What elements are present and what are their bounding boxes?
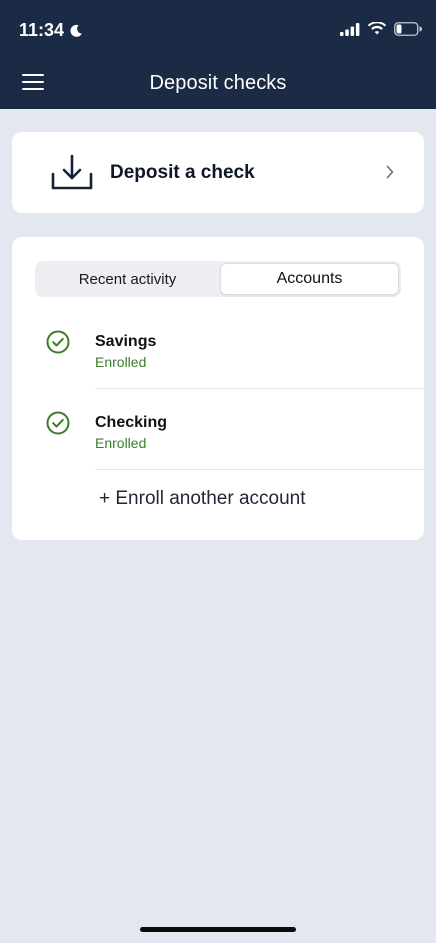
account-status: Enrolled <box>95 354 147 370</box>
account-status: Enrolled <box>95 435 147 451</box>
accounts-card: Recent activity Accounts Savings Enrolle… <box>12 237 424 540</box>
status-bar-indicators <box>340 22 422 36</box>
chevron-right-icon <box>386 165 394 179</box>
account-name: Savings <box>95 333 157 350</box>
battery-icon <box>394 22 422 36</box>
status-bar-time: 11:34 <box>19 20 83 41</box>
deposit-a-check-label: Deposit a check <box>110 162 255 183</box>
check-circle-icon <box>46 411 70 435</box>
activity-accounts-segmented-control: Recent activity Accounts <box>35 261 401 297</box>
moon-icon <box>70 24 82 37</box>
account-row-savings[interactable]: Savings Enrolled <box>12 307 424 388</box>
download-tray-icon <box>51 154 93 190</box>
signal-icon <box>340 22 360 36</box>
app-header: 11:34 Deposit checks <box>0 0 436 109</box>
enroll-another-account-link[interactable]: + Enroll another account <box>99 488 306 510</box>
page-title: Deposit checks <box>149 72 287 94</box>
tab-recent-activity[interactable]: Recent activity <box>37 263 218 295</box>
clock-label: 11:34 <box>19 20 65 40</box>
home-indicator[interactable] <box>140 927 296 932</box>
account-row-checking[interactable]: Checking Enrolled <box>12 388 424 469</box>
divider <box>95 469 424 470</box>
wifi-icon <box>368 22 386 35</box>
tab-accounts[interactable]: Accounts <box>220 263 399 295</box>
account-name: Checking <box>95 414 168 431</box>
check-circle-icon <box>46 330 70 354</box>
deposit-a-check-button[interactable]: Deposit a check <box>12 132 424 213</box>
